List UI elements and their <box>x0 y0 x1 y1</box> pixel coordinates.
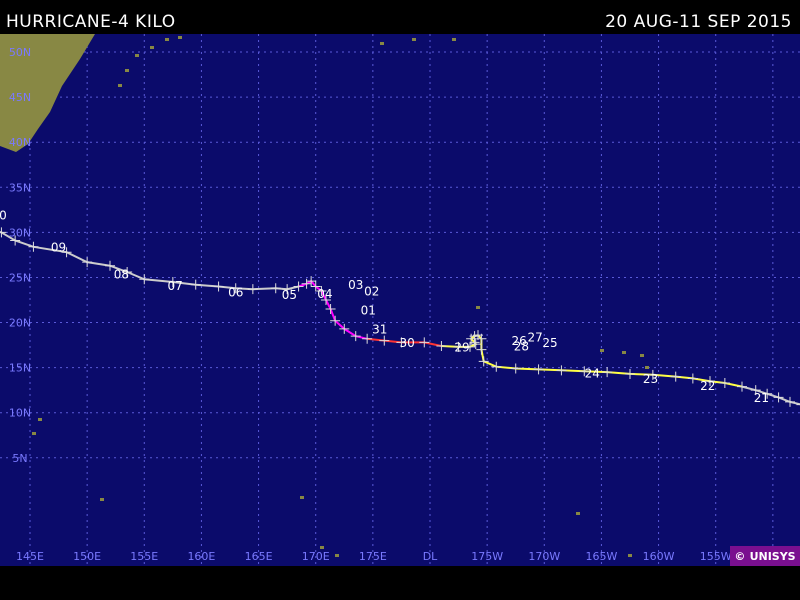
copyright-symbol: © <box>734 550 746 563</box>
lon-tick-label: 155E <box>130 550 158 563</box>
lon-tick-label: 160E <box>187 550 215 563</box>
lat-tick-label: 25N <box>9 271 31 284</box>
lat-tick-label: 10N <box>9 407 31 420</box>
lon-tick-label: DL <box>423 550 438 563</box>
island <box>412 38 416 41</box>
island <box>135 54 139 57</box>
island <box>476 306 480 309</box>
day-label: 07 <box>168 279 183 293</box>
island <box>165 38 169 41</box>
island <box>320 546 324 549</box>
header-bar: HURRICANE-4 KILO 20 AUG-11 SEP 2015 <box>0 0 800 34</box>
lat-tick-label: 35N <box>9 181 31 194</box>
lat-tick-label: 30N <box>9 226 31 239</box>
lon-tick-label: 175W <box>471 550 503 563</box>
day-label: 22 <box>700 379 715 393</box>
day-label: 09 <box>51 240 66 254</box>
day-label: 01 <box>361 303 376 317</box>
lat-tick-label: 40N <box>9 136 31 149</box>
lon-tick-label: 160W <box>643 550 675 563</box>
island <box>600 349 604 352</box>
day-label: 06 <box>228 285 243 299</box>
day-label: 27 <box>528 330 543 344</box>
island <box>380 42 384 45</box>
lon-tick-label: 145E <box>16 550 44 563</box>
island <box>300 496 304 499</box>
day-label: 08 <box>114 267 129 281</box>
lon-tick-label: 170W <box>528 550 560 563</box>
lon-tick-label: 150E <box>73 550 101 563</box>
island <box>640 354 644 357</box>
day-label: 25 <box>542 336 557 350</box>
lat-tick-label: 45N <box>9 91 31 104</box>
day-label: 10 <box>0 209 7 223</box>
track-map: 145E 150E 155E 160E 165E 170E 175E DL 175W 170W 16… <box>0 34 800 566</box>
storm-date-range: 20 AUG-11 SEP 2015 <box>605 12 792 32</box>
island <box>118 84 122 87</box>
day-label: 30 <box>400 336 415 350</box>
footer-bar <box>0 566 800 600</box>
day-label: 04 <box>317 287 332 301</box>
island <box>100 498 104 501</box>
island <box>335 554 339 557</box>
lat-tick-label: 15N <box>9 362 31 375</box>
island <box>452 38 456 41</box>
lon-tick-label: 155W <box>700 550 732 563</box>
storm-title: HURRICANE-4 KILO <box>6 12 176 32</box>
ocean-background <box>0 34 800 566</box>
unisys-logo: © UNISYS <box>730 546 800 566</box>
day-label: 03 <box>348 278 363 292</box>
lat-tick-label: 5N <box>12 452 27 465</box>
island <box>576 512 580 515</box>
island <box>32 432 36 435</box>
island <box>622 351 626 354</box>
day-label: 29 <box>454 340 469 354</box>
day-label: 21 <box>754 391 769 405</box>
lat-tick-label: 20N <box>9 317 31 330</box>
island <box>628 554 632 557</box>
island <box>38 418 42 421</box>
lon-tick-label: 175E <box>359 550 387 563</box>
day-label: 02 <box>364 284 379 298</box>
day-label: 05 <box>282 288 297 302</box>
day-label: 24 <box>585 367 600 381</box>
island <box>125 69 129 72</box>
island <box>645 366 649 369</box>
lon-tick-label: 165W <box>585 550 617 563</box>
lon-tick-label: 170E <box>302 550 330 563</box>
island <box>150 46 154 49</box>
day-label: 28 <box>514 339 529 353</box>
lon-tick-label: 165E <box>245 550 273 563</box>
island <box>178 36 182 39</box>
day-label: 23 <box>643 372 658 386</box>
day-label: 31 <box>372 322 387 336</box>
lat-tick-label: 50N <box>9 46 31 59</box>
logo-text: UNISYS <box>749 550 796 563</box>
